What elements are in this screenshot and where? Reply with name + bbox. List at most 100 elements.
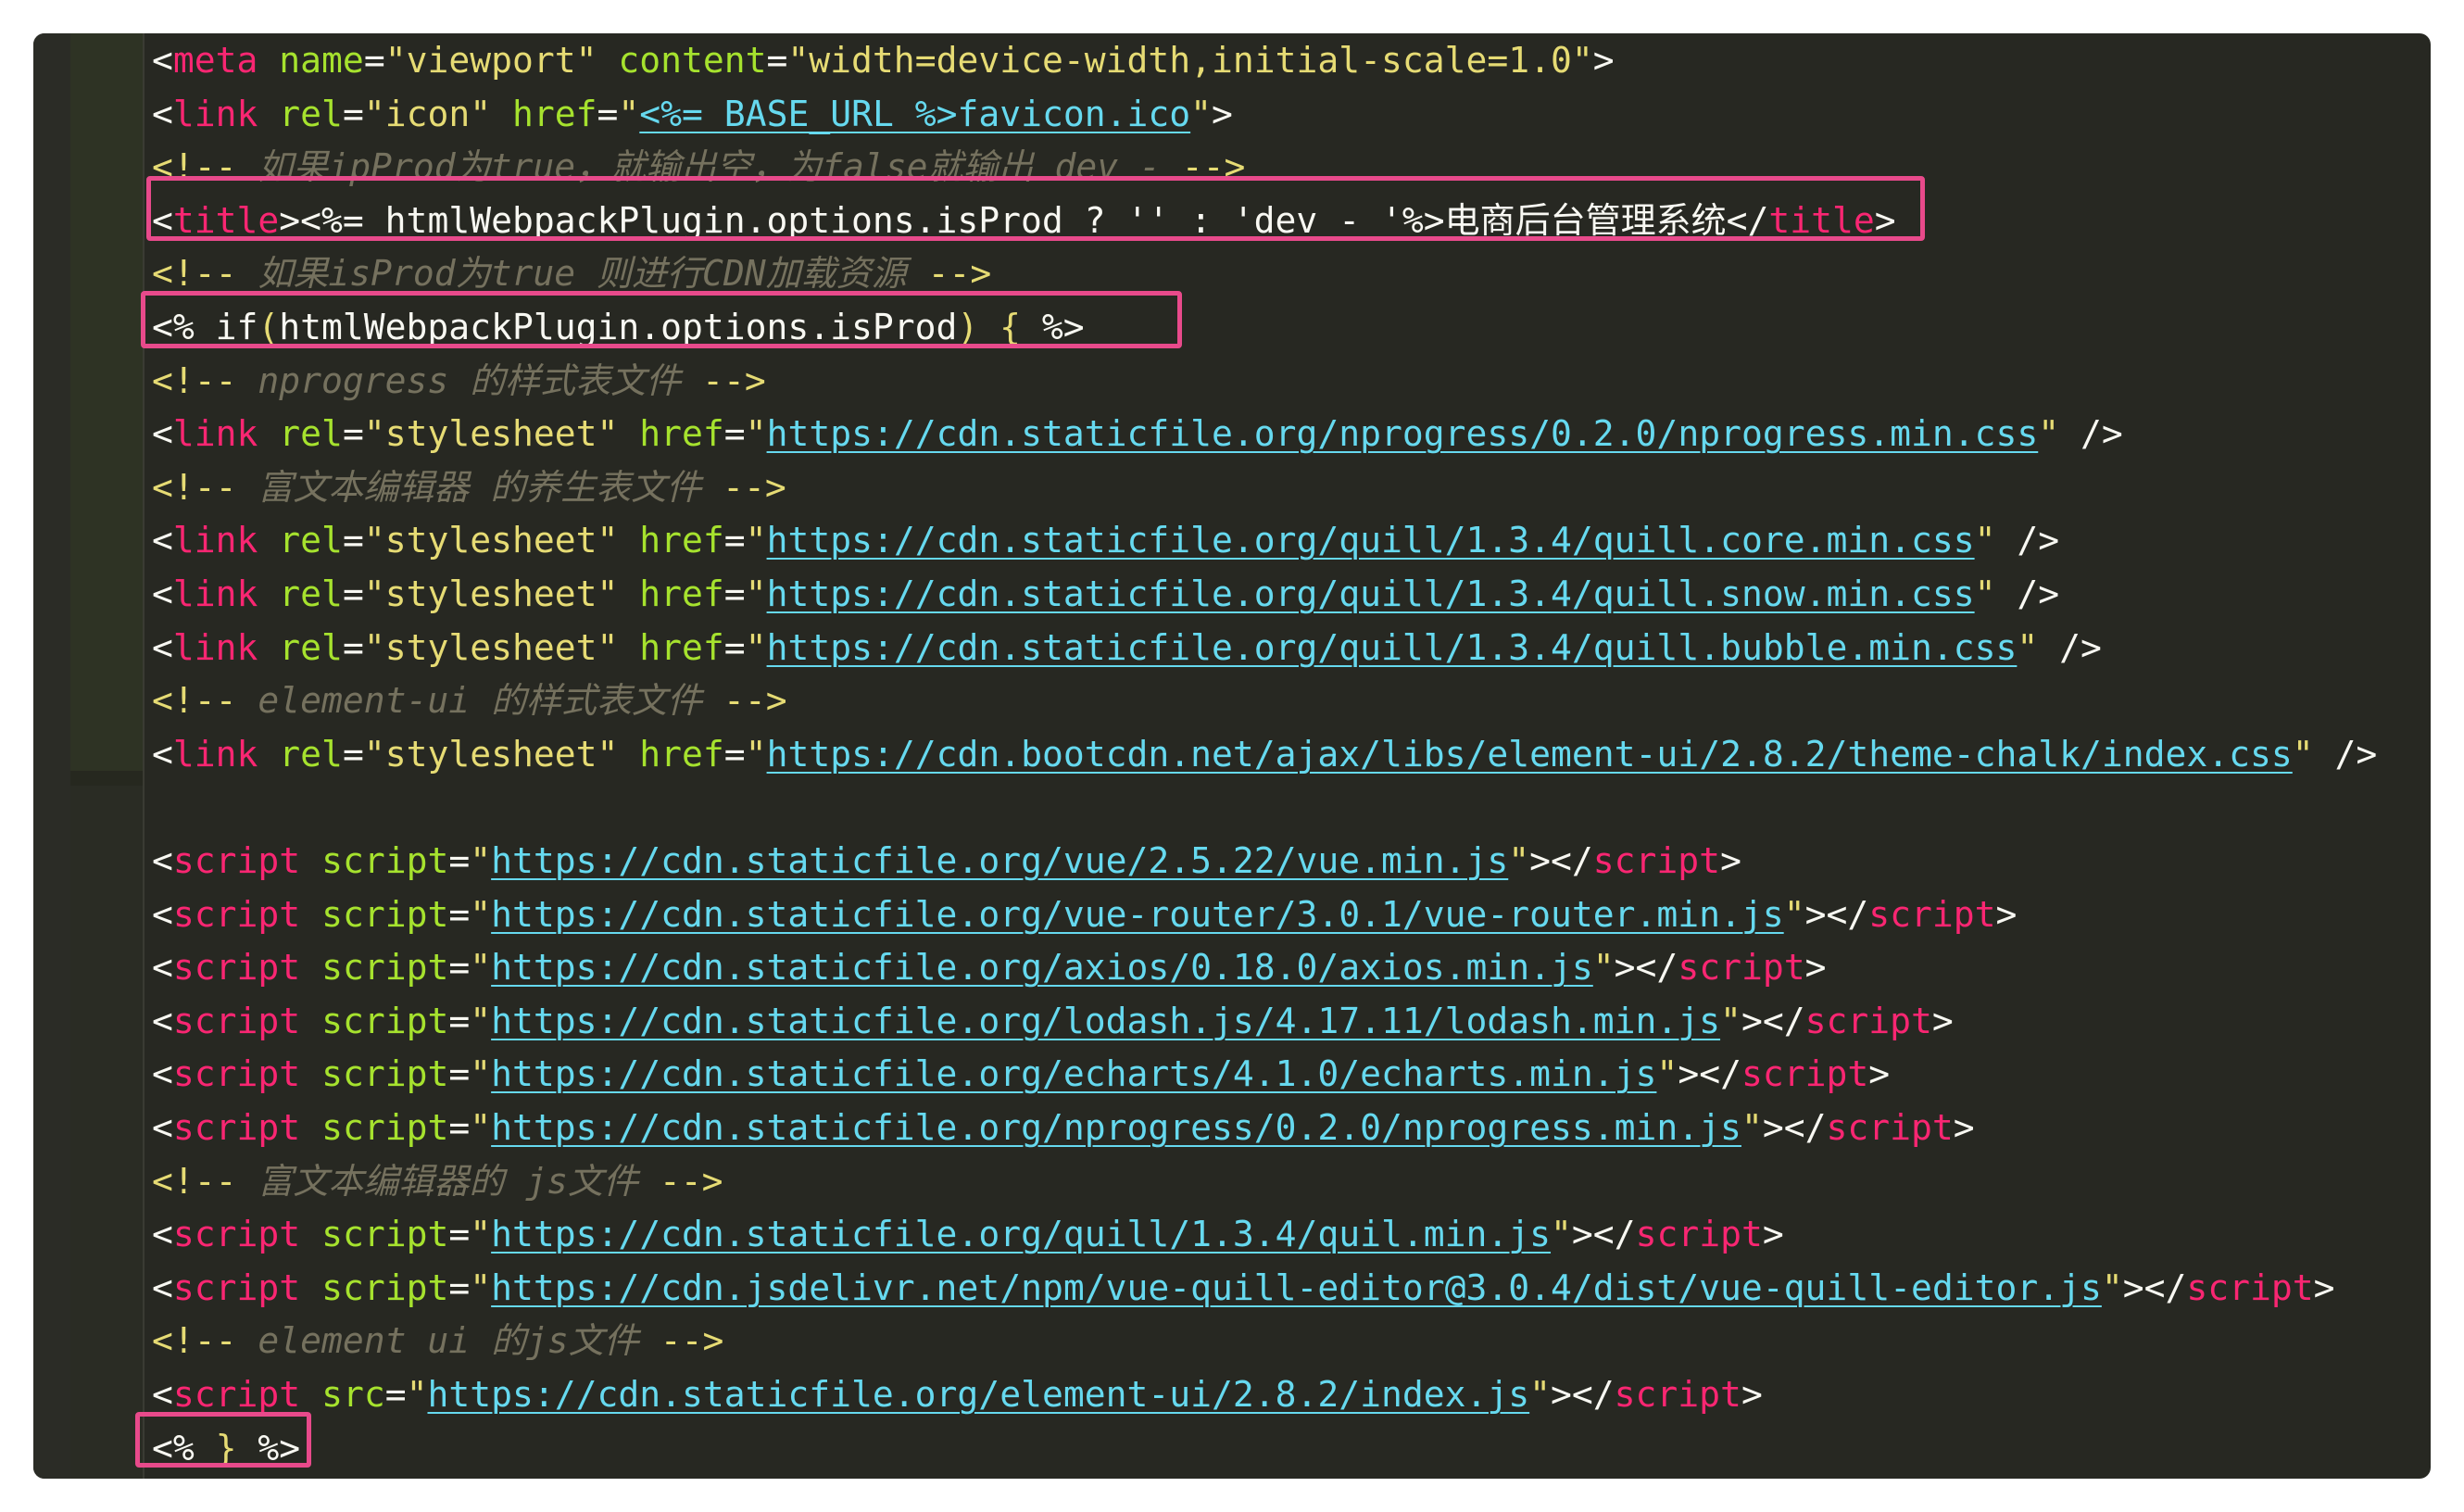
code-token: = [448,893,471,935]
code-line-18[interactable]: <script script="https://cdn.staticfile.o… [152,940,1826,994]
code-line-26[interactable]: <script src="https://cdn.staticfile.org/… [152,1367,1763,1421]
code-token: = [384,1374,407,1415]
code-token: <!-- [152,466,237,508]
code-token: script [1868,893,1996,935]
code-link[interactable]: https://cdn.staticfile.org/axios/0.18.0/… [491,947,1593,988]
code-token: nprogress 的样式表文件 [236,359,703,401]
code-link[interactable]: https://cdn.bootcdn.net/ajax/libs/elemen… [767,734,2293,775]
code-token: /> [2313,733,2378,775]
code-token: script [172,1053,301,1095]
code-link[interactable]: https://cdn.staticfile.org/vue-router/3.… [491,894,1784,935]
code-token: script [321,1000,449,1041]
code-link[interactable]: https://cdn.staticfile.org/echarts/4.1.0… [491,1053,1656,1094]
code-editor[interactable]: <meta name="viewport" content="width=dev… [33,33,2431,1479]
code-token: "stylesheet" [363,520,619,561]
code-token: " [618,93,640,134]
code-token: = [723,573,746,614]
code-token: " [470,893,492,935]
code-token: = [342,93,364,134]
code-line-7[interactable]: <!-- nprogress 的样式表文件 --> [152,354,766,408]
code-link[interactable]: <%= BASE_URL %>favicon.ico [639,94,1190,134]
code-token: script [321,840,449,881]
code-token: " [470,1266,492,1308]
code-link[interactable]: https://cdn.jsdelivr.net/npm/vue-quill-e… [491,1267,2102,1308]
code-token: < [152,520,173,561]
code-token: <!-- [152,680,237,722]
code-token: = [448,1214,471,1255]
code-token: link [172,573,258,614]
code-token: link [172,626,258,668]
code-token: < [152,893,173,935]
code-token: = [342,626,364,668]
code-token: /> [1995,573,2060,614]
code-token: ></ [1614,947,1678,989]
code-line-10[interactable]: <link rel="stylesheet" href="https://cdn… [152,513,2059,567]
code-token: script [1614,1374,1741,1415]
code-link[interactable]: https://cdn.staticfile.org/element-ui/2.… [427,1374,1529,1415]
code-line-13[interactable]: <!-- element-ui 的样式表文件 --> [152,674,787,727]
code-line-9[interactable]: <!-- 富文本编辑器 的养生表文件 --> [152,460,786,514]
code-token: script [321,1214,449,1255]
code-line-12[interactable]: <link rel="stylesheet" href="https://cdn… [152,621,2102,674]
code-link[interactable]: https://cdn.staticfile.org/quill/1.3.4/q… [767,627,2018,668]
code-line-25[interactable]: <!-- element ui 的js文件 --> [152,1314,723,1367]
code-token: = [723,520,746,561]
code-token: < [152,1214,173,1255]
code-line-19[interactable]: <script script="https://cdn.staticfile.o… [152,994,1954,1048]
code-token: " [2101,1266,2123,1308]
code-line-1[interactable]: <meta name="viewport" content="width=dev… [152,33,1615,87]
code-token: " [470,1000,492,1041]
code-token: name [279,40,364,81]
code-token: = [597,93,619,134]
code-token: ></ [1571,1214,1636,1255]
code-line-24[interactable]: <script script="https://cdn.jsdelivr.net… [152,1261,2335,1315]
code-line-21[interactable]: <script script="https://cdn.staticfile.o… [152,1101,1975,1154]
code-link[interactable]: https://cdn.staticfile.org/nprogress/0.2… [767,413,2039,454]
code-token: --> [723,680,787,722]
code-token: " [1190,93,1213,134]
code-line-11[interactable]: <link rel="stylesheet" href="https://cdn… [152,567,2059,621]
code-token: script [1592,840,1721,881]
code-token: " [1656,1053,1678,1095]
code-token: > [2313,1266,2335,1308]
code-line-8[interactable]: <link rel="stylesheet" href="https://cdn… [152,407,2123,460]
code-token: = [448,1266,471,1308]
code-token: > [1804,947,1827,989]
code-token: link [172,413,258,455]
code-token: content [618,40,767,81]
code-link[interactable]: https://cdn.staticfile.org/vue/2.5.22/vu… [491,840,1508,881]
code-line-22[interactable]: <!-- 富文本编辑器的 js文件 --> [152,1154,723,1208]
code-token: " [2017,626,2039,668]
code-token: " [470,947,492,989]
code-line-17[interactable]: <script script="https://cdn.staticfile.o… [152,888,2017,941]
code-token: " [1974,520,1996,561]
code-token: " [470,1107,492,1148]
code-link[interactable]: https://cdn.staticfile.org/lodash.js/4.1… [491,1001,1720,1041]
code-link[interactable]: https://cdn.staticfile.org/quill/1.3.4/q… [767,573,1975,614]
code-token: = [723,413,746,455]
code-link[interactable]: https://cdn.staticfile.org/quill/1.3.4/q… [491,1214,1551,1254]
code-token: element-ui 的样式表文件 [236,680,723,722]
code-token: 如果isProd为true 则进行CDN加载资源 [236,253,928,295]
code-link[interactable]: https://cdn.staticfile.org/nprogress/0.2… [491,1107,1741,1148]
code-token: script [1678,947,1805,989]
code-token: "stylesheet" [363,733,619,775]
code-token: ></ [1551,1374,1615,1415]
code-token: href [639,413,724,455]
code-line-16[interactable]: <script script="https://cdn.staticfile.o… [152,834,1741,888]
code-token: = [363,40,385,81]
code-token: < [152,573,173,614]
code-token: 富文本编辑器的 js文件 [236,1160,660,1202]
code-line-23[interactable]: <script script="https://cdn.staticfile.o… [152,1207,1784,1261]
code-token: < [152,626,173,668]
code-line-2[interactable]: <link rel="icon" href="<%= BASE_URL %>fa… [152,87,1233,141]
code-token: = [342,520,364,561]
code-token: link [172,733,258,775]
code-line-14[interactable]: <link rel="stylesheet" href="https://cdn… [152,727,2377,781]
code-link[interactable]: https://cdn.staticfile.org/quill/1.3.4/q… [767,520,1975,561]
code-line-20[interactable]: <script script="https://cdn.staticfile.o… [152,1047,1890,1101]
